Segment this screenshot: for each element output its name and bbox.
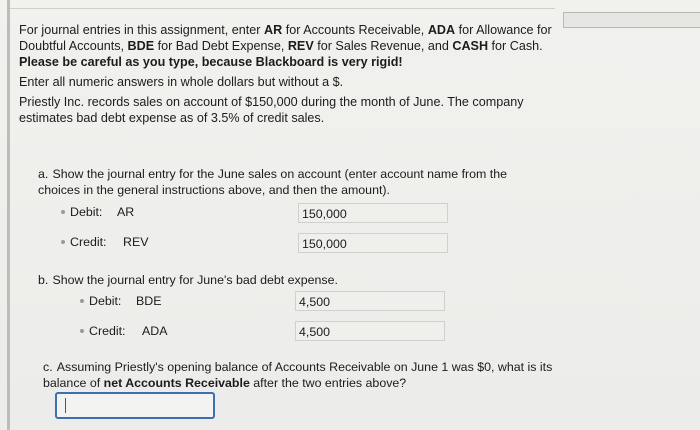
abbr-ar: AR xyxy=(264,23,283,37)
debit-label: Debit: xyxy=(89,294,122,308)
question-b-credit-row: Credit: ADA xyxy=(80,322,220,342)
instructions-paragraph: For journal entries in this assignment, … xyxy=(19,22,559,70)
instr-text: for Accounts Receivable, xyxy=(282,23,428,37)
question-b-debit-amount[interactable]: 4,500 xyxy=(295,291,445,311)
question-a-text: Show the journal entry for the June sale… xyxy=(38,167,508,197)
top-right-control[interactable] xyxy=(563,12,700,28)
abbr-ada: ADA xyxy=(427,23,456,37)
instr-text: for Sales Revenue, and xyxy=(313,39,453,53)
question-b-debit-row: Debit: BDE xyxy=(80,292,220,312)
debit-account[interactable]: AR xyxy=(117,205,134,219)
instructions-block: For journal entries in this assignment, … xyxy=(19,22,559,126)
credit-label: Credit: xyxy=(70,235,107,249)
question-page: For journal entries in this assignment, … xyxy=(0,0,700,430)
question-a-debit-amount[interactable]: 150,000 xyxy=(298,203,448,223)
question-c: c. Assuming Priestly's opening balance o… xyxy=(43,360,558,391)
instr-text: For journal entries in this assignment, … xyxy=(19,23,264,37)
debit-account[interactable]: BDE xyxy=(136,294,161,308)
abbr-rev: REV xyxy=(287,39,314,53)
top-divider xyxy=(10,8,555,9)
bullet-icon xyxy=(61,210,65,214)
question-a-debit-row: Debit: AR xyxy=(61,203,201,223)
question-b-text: Show the journal entry for June's bad de… xyxy=(52,273,338,287)
question-c-text-bold: net Accounts Receivable xyxy=(103,375,250,390)
abbr-bde: BDE xyxy=(127,39,155,53)
question-c-answer-input[interactable] xyxy=(55,392,215,419)
question-b-credit-amount[interactable]: 4,500 xyxy=(295,321,445,341)
warning-text: Please be careful as you type, because B… xyxy=(19,55,403,69)
bullet-icon xyxy=(61,240,65,244)
question-b: b. Show the journal entry for June's bad… xyxy=(38,273,548,289)
bullet-icon xyxy=(80,329,84,333)
credit-label: Credit: xyxy=(89,324,126,338)
credit-account[interactable]: REV xyxy=(123,235,148,249)
question-letter: b. xyxy=(38,273,49,287)
bullet-icon xyxy=(80,299,84,303)
numeric-instruction: Enter all numeric answers in whole dolla… xyxy=(19,75,344,89)
debit-label: Debit: xyxy=(70,205,103,219)
question-letter: c. xyxy=(43,360,53,374)
question-c-text-post: after the two entries above? xyxy=(249,375,407,390)
text-caret xyxy=(65,398,66,413)
question-a-credit-row: Credit: REV xyxy=(61,233,201,253)
question-a-credit-amount[interactable]: 150,000 xyxy=(298,233,448,253)
question-letter: a. xyxy=(38,167,49,181)
instr-text: for Bad Debt Expense, xyxy=(154,39,288,53)
question-a: a. Show the journal entry for the June s… xyxy=(38,167,548,198)
scenario-text: Priestly Inc. records sales on account o… xyxy=(19,95,524,125)
abbr-cash: CASH xyxy=(452,39,489,53)
credit-account[interactable]: ADA xyxy=(142,324,167,338)
left-border xyxy=(7,0,10,430)
instr-text: for Cash. xyxy=(488,39,543,53)
